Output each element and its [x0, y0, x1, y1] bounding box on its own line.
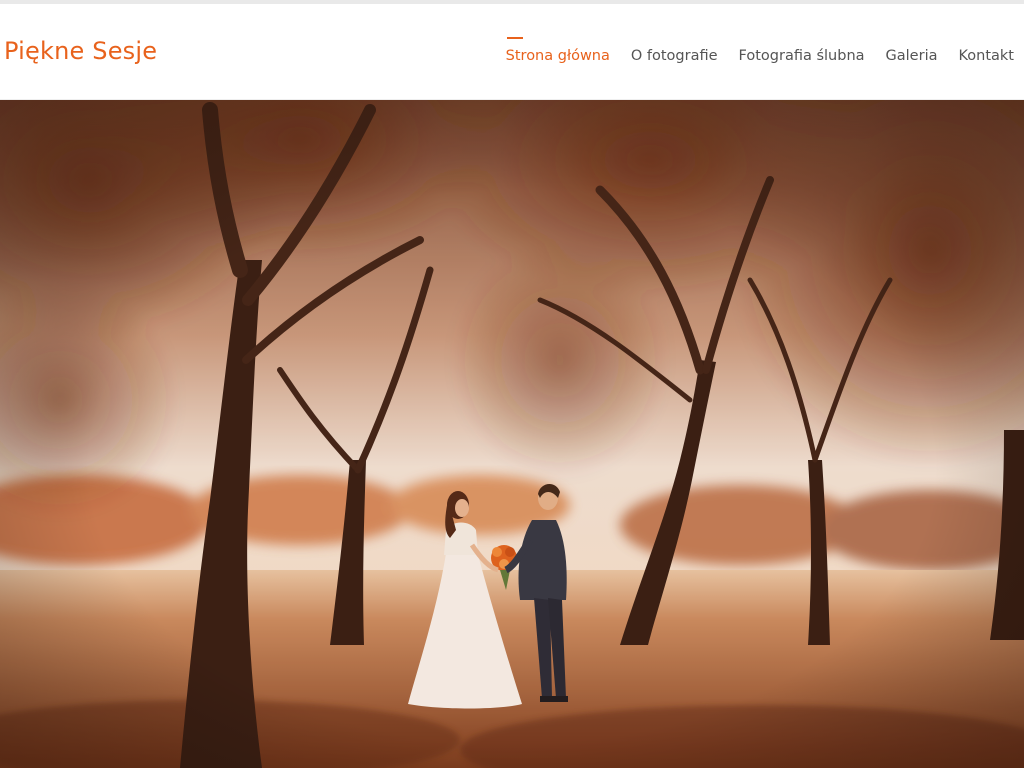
nav-item-wedding-photography[interactable]: Fotografia ślubna	[739, 4, 865, 100]
site-header: Piękne Sesje Strona główna O fotografie …	[0, 4, 1024, 100]
nav-item-about[interactable]: O fotografie	[631, 4, 718, 100]
nav-item-label: Fotografia ślubna	[738, 48, 865, 64]
nav-item-contact[interactable]: Kontakt	[958, 4, 1014, 100]
nav-item-label: O fotografie	[630, 48, 718, 64]
hero-photo	[0, 100, 1024, 768]
nav-item-gallery[interactable]: Galeria	[886, 4, 938, 100]
nav-item-label: Galeria	[885, 48, 938, 64]
hero-image	[0, 100, 1024, 768]
nav-item-label: Kontakt	[958, 48, 1014, 64]
site-logo[interactable]: Piękne Sesje	[4, 37, 157, 65]
active-marker	[506, 37, 523, 39]
nav-item-home[interactable]: Strona główna	[506, 4, 610, 100]
nav-item-label: Strona główna	[505, 48, 610, 64]
main-nav: Strona główna O fotografie Fotografia śl…	[485, 4, 1014, 100]
